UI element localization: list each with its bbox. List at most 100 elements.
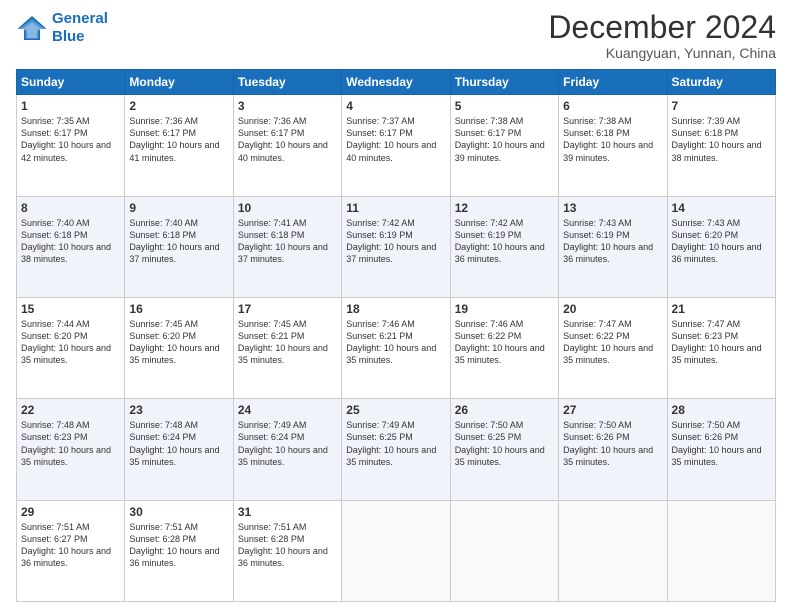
table-row: 27 Sunrise: 7:50 AMSunset: 6:26 PMDayligh… [559,399,667,500]
day-number: 26 [455,403,554,417]
table-row: 30 Sunrise: 7:51 AMSunset: 6:28 PMDayligh… [125,500,233,601]
table-row: 5Sunrise: 7:38 AMSunset: 6:17 PMDaylight… [450,95,558,196]
table-row: 8Sunrise: 7:40 AMSunset: 6:18 PMDaylight… [17,196,125,297]
calendar-week-row: 22 Sunrise: 7:48 AMSunset: 6:23 PMDayligh… [17,399,776,500]
day-info: Sunrise: 7:46 AMSunset: 6:21 PMDaylight:… [346,318,445,367]
day-number: 13 [563,201,662,215]
day-number: 16 [129,302,228,316]
table-row: 20 Sunrise: 7:47 AMSunset: 6:22 PMDayligh… [559,297,667,398]
table-row: 24Sunrise: 7:49 AMSunset: 6:24 PMDayligh… [233,399,341,500]
day-info: Sunrise: 7:50 AMSunset: 6:25 PMDaylight:… [455,419,554,468]
table-row [667,500,775,601]
day-number: 29 [21,505,120,519]
day-info: Sunrise: 7:36 AMSunset: 6:17 PMDaylight:… [238,115,337,164]
month-title: December 2024 [548,10,776,45]
table-row: 16Sunrise: 7:45 AMSunset: 6:20 PMDayligh… [125,297,233,398]
day-number: 18 [346,302,445,316]
day-info: Sunrise: 7:50 AMSunset: 6:26 PMDaylight:… [563,419,662,468]
day-info: Sunrise: 7:48 AMSunset: 6:24 PMDaylight:… [129,419,228,468]
day-info: Sunrise: 7:51 AMSunset: 6:27 PMDaylight:… [21,521,120,570]
col-wednesday: Wednesday [342,70,450,95]
table-row: 23 Sunrise: 7:48 AMSunset: 6:24 PMDayligh… [125,399,233,500]
day-info: Sunrise: 7:38 AMSunset: 6:18 PMDaylight:… [563,115,662,164]
day-info: Sunrise: 7:51 AMSunset: 6:28 PMDaylight:… [129,521,228,570]
table-row: 10 Sunrise: 7:41 AMSunset: 6:18 PMDayligh… [233,196,341,297]
calendar-table: Sunday Monday Tuesday Wednesday Thursday… [16,69,776,602]
day-number: 5 [455,99,554,113]
day-number: 23 [129,403,228,417]
day-info: Sunrise: 7:37 AMSunset: 6:17 PMDaylight:… [346,115,445,164]
col-sunday: Sunday [17,70,125,95]
table-row: 31Sunrise: 7:51 AMSunset: 6:28 PMDayligh… [233,500,341,601]
day-number: 10 [238,201,337,215]
col-saturday: Saturday [667,70,775,95]
day-number: 14 [672,201,771,215]
table-row: 21Sunrise: 7:47 AMSunset: 6:23 PMDayligh… [667,297,775,398]
logo-line2: Blue [52,28,108,46]
table-row: 13 Sunrise: 7:43 AMSunset: 6:19 PMDayligh… [559,196,667,297]
table-row: 25 Sunrise: 7:49 AMSunset: 6:25 PMDayligh… [342,399,450,500]
day-info: Sunrise: 7:47 AMSunset: 6:22 PMDaylight:… [563,318,662,367]
logo-icon [16,14,48,42]
day-number: 3 [238,99,337,113]
day-info: Sunrise: 7:48 AMSunset: 6:23 PMDaylight:… [21,419,120,468]
table-row: 26 Sunrise: 7:50 AMSunset: 6:25 PMDayligh… [450,399,558,500]
day-info: Sunrise: 7:49 AMSunset: 6:25 PMDaylight:… [346,419,445,468]
table-row: 4Sunrise: 7:37 AMSunset: 6:17 PMDaylight… [342,95,450,196]
day-number: 28 [672,403,771,417]
day-info: Sunrise: 7:45 AMSunset: 6:21 PMDaylight:… [238,318,337,367]
day-info: Sunrise: 7:43 AMSunset: 6:20 PMDaylight:… [672,217,771,266]
calendar-header-row: Sunday Monday Tuesday Wednesday Thursday… [17,70,776,95]
table-row: 11 Sunrise: 7:42 AMSunset: 6:19 PMDayligh… [342,196,450,297]
calendar-week-row: 29 Sunrise: 7:51 AMSunset: 6:27 PMDayligh… [17,500,776,601]
table-row: 15Sunrise: 7:44 AMSunset: 6:20 PMDayligh… [17,297,125,398]
table-row: 9Sunrise: 7:40 AMSunset: 6:18 PMDaylight… [125,196,233,297]
day-info: Sunrise: 7:35 AMSunset: 6:17 PMDaylight:… [21,115,120,164]
table-row [342,500,450,601]
day-info: Sunrise: 7:42 AMSunset: 6:19 PMDaylight:… [455,217,554,266]
calendar-week-row: 8Sunrise: 7:40 AMSunset: 6:18 PMDaylight… [17,196,776,297]
day-number: 25 [346,403,445,417]
table-row: 19 Sunrise: 7:46 AMSunset: 6:22 PMDayligh… [450,297,558,398]
day-info: Sunrise: 7:41 AMSunset: 6:18 PMDaylight:… [238,217,337,266]
day-info: Sunrise: 7:39 AMSunset: 6:18 PMDaylight:… [672,115,771,164]
table-row: 28Sunrise: 7:50 AMSunset: 6:26 PMDayligh… [667,399,775,500]
day-info: Sunrise: 7:40 AMSunset: 6:18 PMDaylight:… [21,217,120,266]
table-row: 1 Sunrise: 7:35 AMSunset: 6:17 PMDaylight… [17,95,125,196]
day-number: 24 [238,403,337,417]
day-number: 12 [455,201,554,215]
day-number: 20 [563,302,662,316]
day-info: Sunrise: 7:40 AMSunset: 6:18 PMDaylight:… [129,217,228,266]
col-tuesday: Tuesday [233,70,341,95]
day-number: 21 [672,302,771,316]
day-number: 11 [346,201,445,215]
col-thursday: Thursday [450,70,558,95]
day-number: 30 [129,505,228,519]
table-row: 2Sunrise: 7:36 AMSunset: 6:17 PMDaylight… [125,95,233,196]
day-number: 19 [455,302,554,316]
day-info: Sunrise: 7:46 AMSunset: 6:22 PMDaylight:… [455,318,554,367]
table-row: 6 Sunrise: 7:38 AMSunset: 6:18 PMDaylight… [559,95,667,196]
calendar-week-row: 1 Sunrise: 7:35 AMSunset: 6:17 PMDaylight… [17,95,776,196]
table-row: 12 Sunrise: 7:42 AMSunset: 6:19 PMDayligh… [450,196,558,297]
logo-text: General Blue [52,10,108,46]
day-number: 6 [563,99,662,113]
day-number: 17 [238,302,337,316]
day-number: 7 [672,99,771,113]
day-info: Sunrise: 7:43 AMSunset: 6:19 PMDaylight:… [563,217,662,266]
day-info: Sunrise: 7:42 AMSunset: 6:19 PMDaylight:… [346,217,445,266]
col-monday: Monday [125,70,233,95]
day-info: Sunrise: 7:44 AMSunset: 6:20 PMDaylight:… [21,318,120,367]
table-row: 18 Sunrise: 7:46 AMSunset: 6:21 PMDayligh… [342,297,450,398]
day-number: 22 [21,403,120,417]
table-row: 7 Sunrise: 7:39 AMSunset: 6:18 PMDaylight… [667,95,775,196]
logo-line1: General [52,10,108,28]
page: General Blue December 2024 Kuangyuan, Yu… [0,0,792,612]
location: Kuangyuan, Yunnan, China [548,45,776,61]
calendar-week-row: 15Sunrise: 7:44 AMSunset: 6:20 PMDayligh… [17,297,776,398]
day-info: Sunrise: 7:36 AMSunset: 6:17 PMDaylight:… [129,115,228,164]
day-number: 27 [563,403,662,417]
table-row: 17 Sunrise: 7:45 AMSunset: 6:21 PMDayligh… [233,297,341,398]
col-friday: Friday [559,70,667,95]
day-number: 1 [21,99,120,113]
